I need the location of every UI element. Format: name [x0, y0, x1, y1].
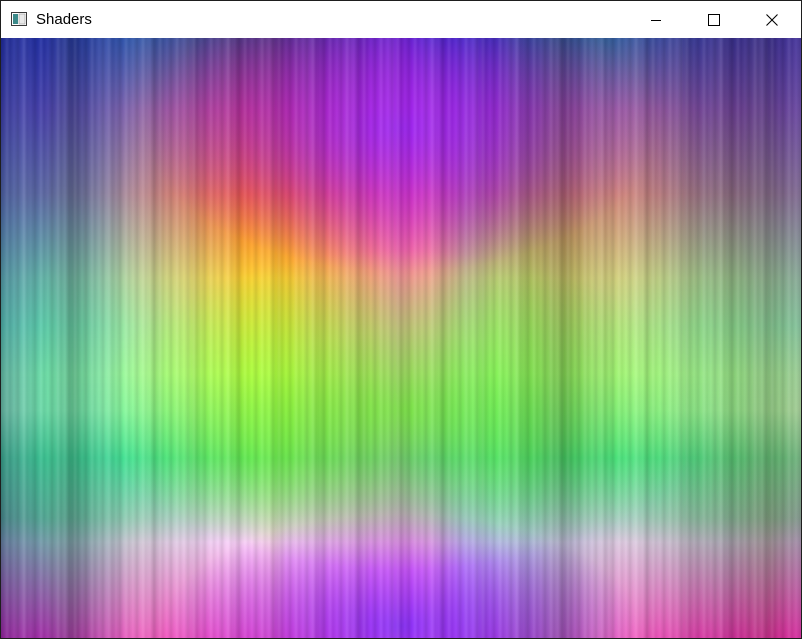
shader-streaks-layer [1, 38, 801, 638]
title-bar[interactable]: Shaders [1, 1, 801, 38]
shaders-window: Shaders [0, 0, 802, 639]
maximize-icon [708, 13, 720, 26]
window-title: Shaders [36, 11, 92, 28]
minimize-icon [651, 19, 661, 21]
minimize-button[interactable] [627, 1, 685, 38]
maximize-button[interactable] [685, 1, 743, 38]
app-window-icon[interactable] [11, 12, 27, 26]
close-icon [766, 13, 778, 26]
shader-canvas[interactable] [1, 38, 801, 638]
close-button[interactable] [743, 1, 801, 38]
